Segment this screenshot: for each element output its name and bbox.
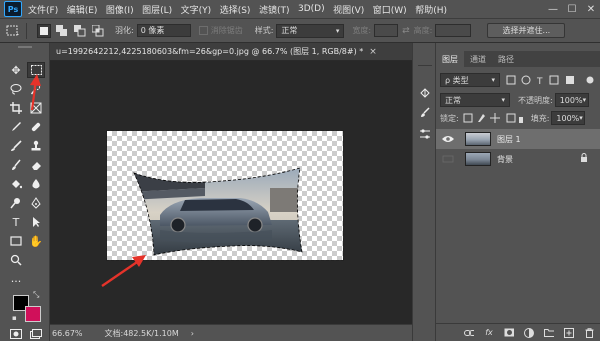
layer-style-fx-icon[interactable]: fx (484, 328, 494, 338)
panel-icon-column (412, 43, 436, 341)
layers-panel: 图层 通道 路径 ρ 类型 ▾ T 正常 ▾ 不透明度: 100% ▾ 锁定: (436, 43, 600, 341)
blend-mode-select[interactable]: 正常 ▾ (440, 93, 510, 107)
opacity-input[interactable]: 100% ▾ (554, 93, 589, 107)
blend-mode-value: 正常 (445, 95, 461, 105)
lock-label: 锁定: (440, 113, 459, 123)
fill-input[interactable]: 100% ▾ (551, 111, 586, 125)
chevron-down-icon: ▾ (491, 76, 495, 84)
layer-thumbnail (465, 152, 491, 166)
eye-icon[interactable] (441, 132, 455, 146)
layer-filter-icons[interactable]: T (506, 74, 596, 86)
arrow-marquee-head (30, 74, 41, 86)
fill-label: 填充: (530, 113, 550, 123)
opacity-label: 不透明度: (518, 95, 553, 105)
lock-icon (580, 152, 588, 166)
layer-filter-select[interactable]: ρ 类型 ▾ (440, 73, 500, 87)
chevron-down-icon: ▾ (579, 114, 583, 122)
blend-row: 正常 ▾ 不透明度: 100% ▾ (440, 93, 589, 107)
layer-filter-row: ρ 类型 ▾ T (440, 73, 596, 87)
status-menu-arrow[interactable]: › (191, 329, 194, 338)
layer-thumbnail (465, 132, 491, 146)
zoom-level[interactable]: 66.67% (52, 329, 83, 338)
brush-settings-panel-icon[interactable] (416, 105, 434, 121)
delete-layer-icon[interactable] (584, 327, 594, 338)
status-bar: 66.67% 文档:482.5K/1.10M › (50, 324, 412, 341)
chevron-down-icon: ▾ (582, 96, 587, 104)
layer-name[interactable]: 背景 (497, 154, 513, 165)
tab-channels[interactable]: 通道 (464, 51, 492, 67)
svg-text:T: T (536, 77, 543, 86)
layers-panel-footer: fx (436, 323, 600, 341)
chevron-down-icon: ▾ (501, 96, 505, 104)
lock-options-icons[interactable] (463, 112, 523, 124)
divider (418, 65, 432, 66)
history-panel-icon[interactable] (416, 85, 434, 101)
tab-layers[interactable]: 图层 (436, 51, 464, 67)
properties-panel-icon[interactable] (416, 126, 434, 142)
layer-filter-value: ρ 类型 (445, 75, 469, 85)
document-size: 文档:482.5K/1.10M (104, 328, 179, 338)
link-layers-icon[interactable] (464, 328, 474, 338)
add-mask-icon[interactable] (504, 328, 514, 338)
tab-paths[interactable]: 路径 (492, 51, 520, 67)
lock-row: 锁定: 填充: 100% ▾ (440, 111, 586, 125)
layer-row-background[interactable]: 背景 (436, 149, 600, 169)
hidden-eye-icon[interactable] (441, 152, 455, 166)
adjustment-layer-icon[interactable] (524, 327, 534, 338)
new-layer-icon[interactable] (564, 327, 574, 338)
opacity-value: 100% (559, 95, 583, 105)
arrow-canvas-line (101, 259, 141, 287)
layer-name[interactable]: 图层 1 (497, 134, 521, 145)
layer-row-layer1[interactable]: 图层 1 (436, 129, 600, 149)
panel-tabs: 图层 通道 路径 (436, 51, 600, 67)
new-group-icon[interactable] (544, 328, 554, 338)
fill-value: 100% (556, 113, 580, 123)
